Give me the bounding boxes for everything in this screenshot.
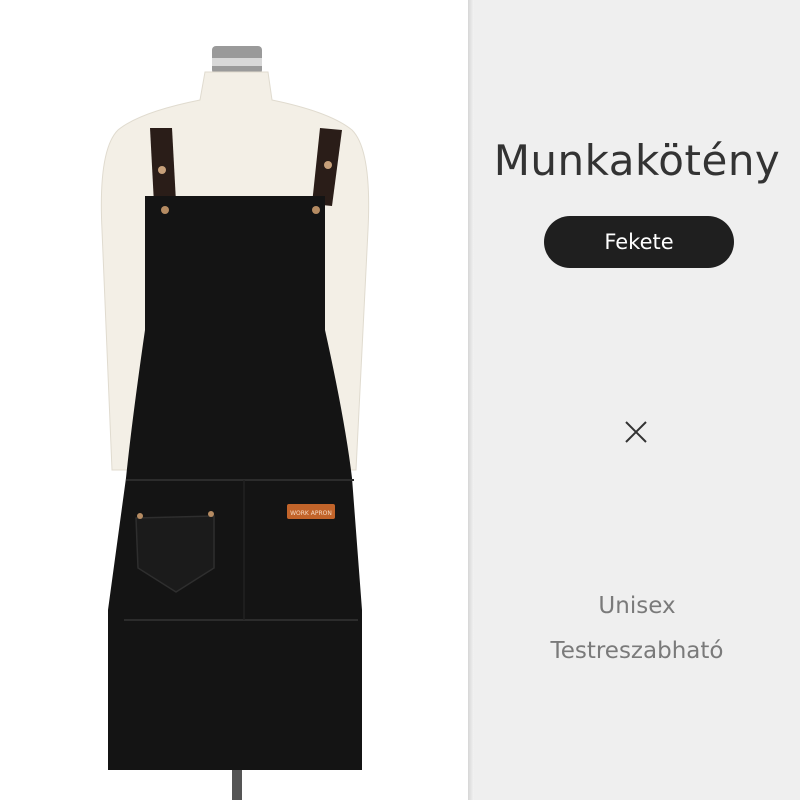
feature-customizable: Testreszabható — [550, 638, 724, 664]
svg-text:WORK APRON: WORK APRON — [290, 510, 332, 517]
color-option-button[interactable]: Fekete — [544, 216, 734, 268]
left-strap — [150, 128, 176, 204]
product-title: Munkakötény — [493, 136, 781, 185]
close-icon[interactable] — [622, 418, 650, 446]
feature-list: Unisex Testreszabható — [474, 590, 800, 680]
product-info-panel: Munkakötény Fekete Unisex Testreszabható — [474, 0, 800, 800]
feature-unisex: Unisex — [598, 593, 676, 619]
apron-on-mannequin-image: WORK APRON — [100, 46, 370, 800]
apron-body — [108, 196, 362, 770]
product-photo: WORK APRON — [0, 0, 468, 800]
